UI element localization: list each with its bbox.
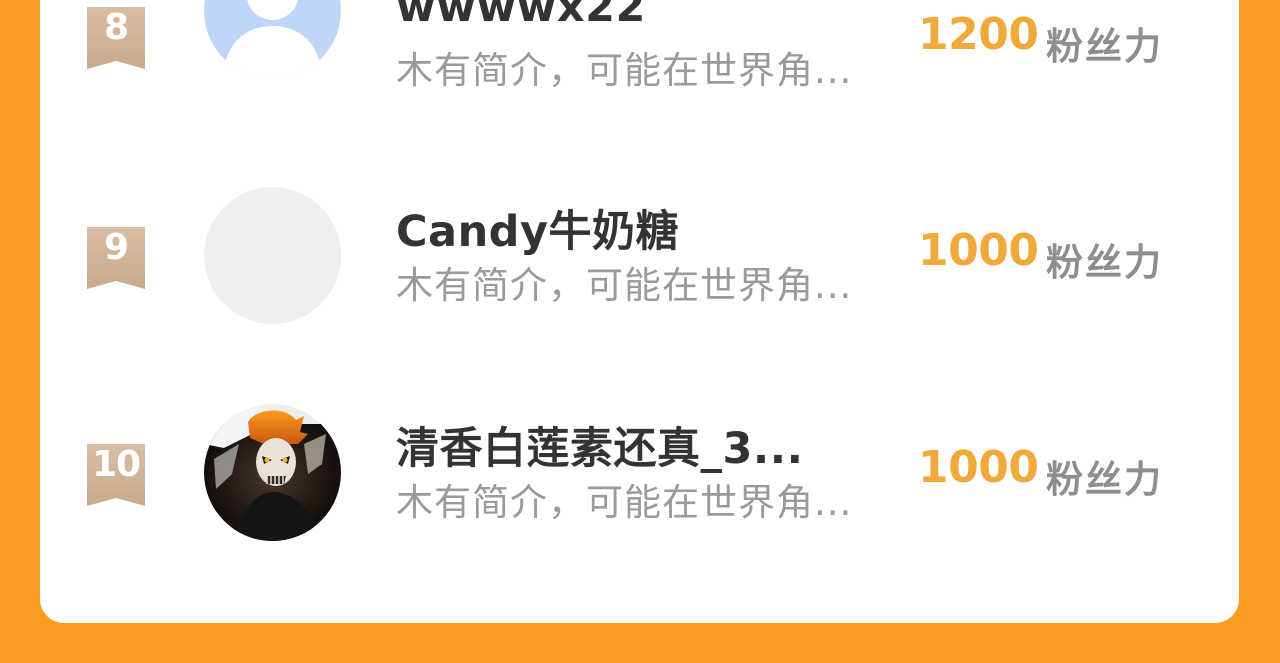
default-user-icon (204, 0, 341, 79)
blank-avatar (204, 187, 341, 324)
leaderboard-row[interactable]: 9 Candy牛奶糖 木有简介，可能在世界角... 1000 粉丝力 (40, 187, 1239, 337)
user-name[interactable]: 清香白莲素还真_3... (396, 414, 803, 476)
fan-power-score: 1200 (918, 9, 1039, 60)
fan-power-score: 1000 (918, 225, 1039, 276)
anime-character-avatar (204, 404, 341, 541)
fan-power-label: 粉丝力 (1046, 25, 1163, 68)
fan-power-label: 粉丝力 (1046, 458, 1163, 501)
leaderboard-card: 8 wwwwx22 木有简介，可能在世界角... 1200 粉丝力 9 Cand… (40, 0, 1239, 623)
user-bio: 木有简介，可能在世界角... (396, 481, 853, 524)
user-name[interactable]: wwwwx22 (396, 0, 646, 32)
rank-ribbon-badge: 8 (85, 5, 147, 69)
rank-ribbon-badge: 10 (85, 442, 147, 506)
leaderboard-row[interactable]: 8 wwwwx22 木有简介，可能在世界角... 1200 粉丝力 (40, 0, 1239, 120)
fan-power-label: 粉丝力 (1046, 241, 1163, 284)
user-bio: 木有简介，可能在世界角... (396, 49, 853, 92)
rank-ribbon-badge: 9 (85, 225, 147, 289)
user-name[interactable]: Candy牛奶糖 (396, 197, 679, 259)
user-avatar[interactable] (204, 0, 341, 79)
user-avatar[interactable] (204, 404, 341, 541)
leaderboard-row[interactable]: 10 清香白莲素还真_3... 木有简介，可能在世界角... 1000 粉丝力 (40, 404, 1239, 554)
rank-number: 9 (103, 227, 129, 268)
user-bio: 木有简介，可能在世界角... (396, 264, 853, 307)
rank-number: 8 (103, 7, 129, 48)
rank-number: 10 (91, 444, 141, 485)
user-avatar[interactable] (204, 187, 341, 324)
fan-power-score: 1000 (918, 442, 1039, 493)
